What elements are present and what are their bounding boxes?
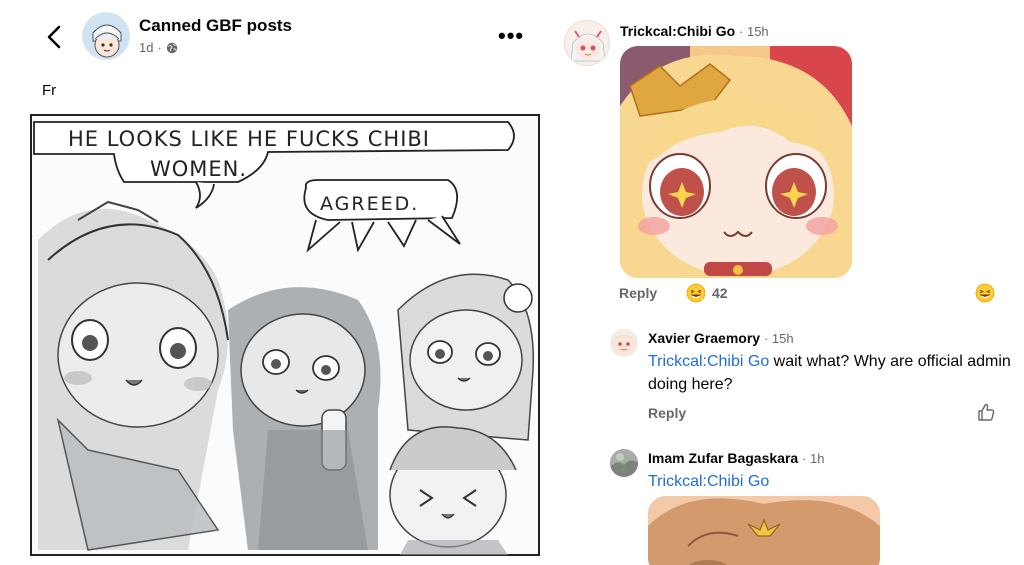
page-avatar[interactable] (82, 12, 130, 60)
reply-button[interactable]: Reply (648, 405, 686, 421)
more-options-icon[interactable]: ••• (498, 25, 524, 47)
back-chevron-icon[interactable] (44, 24, 66, 50)
page-name[interactable]: Canned GBF posts (139, 16, 292, 36)
reaction-count-value: 42 (712, 285, 728, 301)
comic-speech-2: AGREED. (320, 193, 419, 215)
comment-author[interactable]: Xavier Graemory · 15h (648, 330, 794, 346)
comment-author-name[interactable]: Trickcal:Chibi Go (620, 23, 735, 39)
post-text: Fr (42, 82, 57, 99)
reply-button[interactable]: Reply (619, 285, 657, 301)
post: Canned GBF posts 1d · ••• Fr HE LOOKS LI… (0, 0, 550, 565)
thumbs-up-icon[interactable] (976, 402, 996, 422)
post-meta: 1d · (139, 40, 178, 55)
reaction-count[interactable]: 42 (686, 283, 728, 303)
comment-author-name[interactable]: Xavier Graemory (648, 330, 760, 346)
comic-speech-1: HE LOOKS LIKE HE FUCKS CHIBI (68, 127, 430, 151)
comment-sticker-image[interactable] (648, 496, 880, 565)
comment-avatar-xavier[interactable] (610, 329, 638, 357)
comment-time: · 15h (763, 331, 794, 346)
comment-text: Trickcal:Chibi Go wait what? Why are off… (648, 350, 1012, 396)
comment-avatar-imam[interactable] (610, 449, 638, 477)
laughing-emoji-icon[interactable] (975, 283, 995, 303)
mention-link[interactable]: Trickcal:Chibi Go (648, 353, 769, 370)
comment-author[interactable]: Trickcal:Chibi Go · 15h (620, 23, 769, 39)
laughing-emoji-icon (686, 283, 706, 303)
mention-link[interactable]: Trickcal:Chibi Go (648, 473, 769, 490)
comment-author-name[interactable]: Imam Zufar Bagaskara (648, 450, 798, 466)
post-time[interactable]: 1d (139, 40, 153, 55)
meta-separator: · (157, 40, 162, 55)
comment-avatar-trickcal[interactable] (564, 20, 610, 66)
globe-icon (166, 42, 178, 53)
comic-speech-1b: WOMEN. (150, 157, 247, 181)
comments-section: Trickcal:Chibi Go · 15h Reply 42 Xavier … (560, 0, 1024, 565)
comment-text: Trickcal:Chibi Go (648, 470, 769, 493)
comment-time: · 1h (802, 451, 825, 466)
comment-time: · 15h (739, 24, 769, 39)
comment-sticker-image[interactable] (620, 46, 852, 278)
comment-author[interactable]: Imam Zufar Bagaskara · 1h (648, 450, 824, 466)
post-comic-image[interactable]: HE LOOKS LIKE HE FUCKS CHIBI WOMEN. AGRE… (28, 110, 540, 560)
